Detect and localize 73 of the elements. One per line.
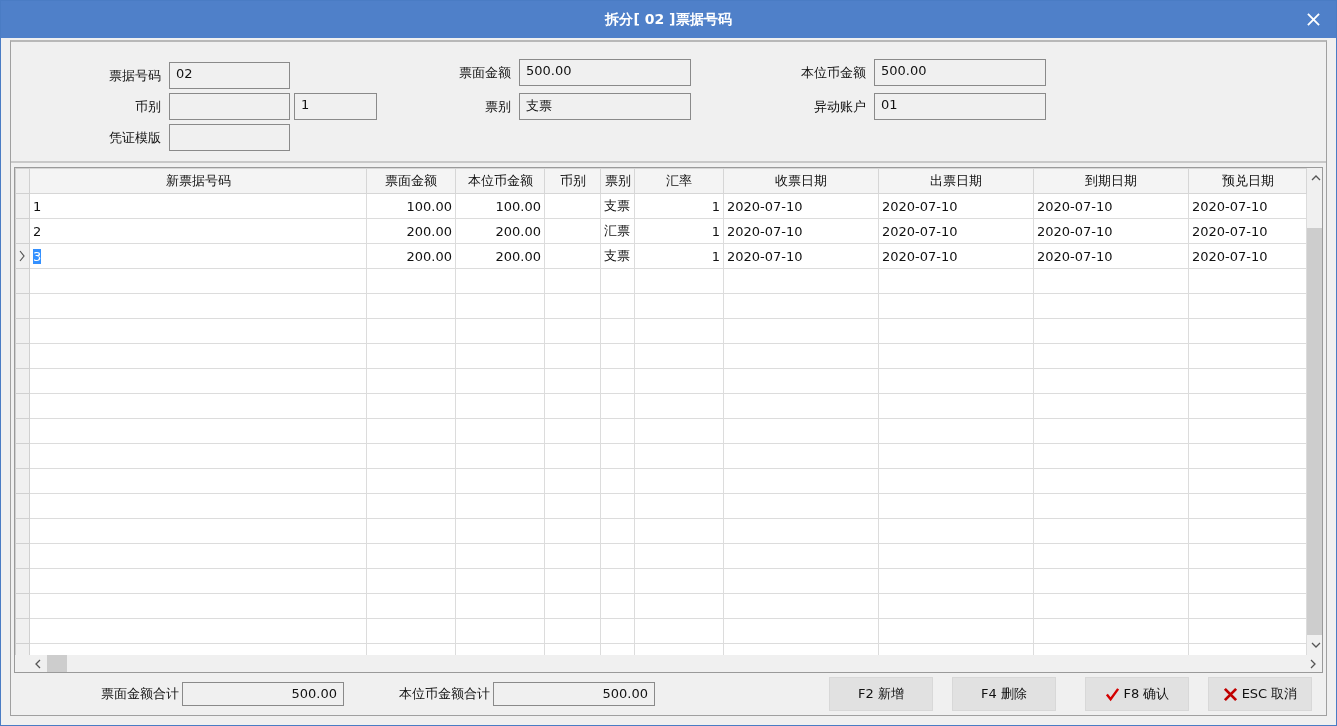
table-cell: 2020-07-10 [1192,223,1268,239]
table-cell: 支票 [604,248,630,263]
table-cell: 100.00 [495,198,541,214]
scroll-left-icon[interactable] [35,658,41,669]
column-header[interactable]: 票别 [600,168,635,194]
total-field: 500.00 [182,682,344,706]
column-header[interactable]: 币别 [544,168,601,194]
table-cell: 2020-07-10 [727,248,803,264]
table-cell: 200.00 [495,248,541,264]
table-cell: 1 [33,198,42,214]
text-field[interactable]: 500.00 [519,59,691,86]
row-pointer-icon [19,250,25,262]
close-icon[interactable] [1307,13,1320,26]
table-cell: 2020-07-10 [727,223,803,239]
text-field[interactable]: 500.00 [874,59,1046,86]
column-header[interactable]: 新票据号码 [29,168,367,194]
cross-icon [1222,686,1238,702]
field-label: 票别 [484,97,511,116]
table-cell: 1 [711,223,720,239]
scroll-right-icon[interactable] [1310,658,1316,669]
column-header[interactable]: 预兑日期 [1188,168,1307,194]
column-header[interactable]: 收票日期 [723,168,879,194]
text-field[interactable]: 01 [874,93,1046,120]
table-cell: 100.00 [406,198,452,214]
total-label: 本位币金额合计 [399,685,490,703]
column-header[interactable]: 票面金额 [366,168,456,194]
column-header[interactable]: 到期日期 [1033,168,1189,194]
action-button[interactable]: F2 新增 [829,677,933,711]
table-cell: 200.00 [495,223,541,239]
action-button[interactable]: F4 删除 [952,677,1056,711]
scroll-down-icon[interactable] [1310,642,1321,648]
action-button[interactable]: ESC 取消 [1208,677,1312,711]
table-cell: 2020-07-10 [727,198,803,214]
table-cell: 支票 [604,198,630,213]
vertical-scrollbar[interactable] [1307,168,1322,655]
action-button[interactable]: F8 确认 [1085,677,1189,711]
column-header[interactable]: 本位币金额 [455,168,545,194]
scrollbar-thumb[interactable] [1307,228,1322,635]
table-cell: 3 [33,248,42,264]
table-cell: 2020-07-10 [1037,248,1113,264]
table-cell: 2 [33,223,42,239]
total-field: 500.00 [493,682,655,706]
horizontal-scrollbar[interactable] [15,655,1322,672]
table-cell: 2020-07-10 [1037,223,1113,239]
table-cell: 1 [711,248,720,264]
table-cell: 1 [711,198,720,214]
table-cell: 200.00 [406,223,452,239]
check-icon [1104,686,1120,702]
text-field[interactable]: 支票 [519,93,691,120]
field-label: 票据号码 [108,66,161,85]
field-label: 凭证模版 [108,128,161,147]
field-label: 票面金额 [458,63,511,82]
scrollbar-thumb[interactable] [47,655,67,672]
text-field[interactable] [169,124,290,151]
scroll-up-icon[interactable] [1310,175,1321,181]
window-title: 拆分[ 02 ]票据号码 [605,10,732,29]
text-field[interactable]: 02 [169,62,290,89]
field-label: 本位币金额 [800,63,866,82]
table-cell: 2020-07-10 [1192,198,1268,214]
table-cell: 200.00 [406,248,452,264]
table-cell: 2020-07-10 [1037,198,1113,214]
field-label: 币别 [134,97,161,116]
text-field[interactable] [169,93,290,120]
text-field[interactable]: 1 [294,93,377,120]
table-cell: 汇票 [604,223,630,238]
table-cell: 2020-07-10 [882,198,958,214]
field-label: 异动账户 [813,97,866,116]
table-cell: 2020-07-10 [1192,248,1268,264]
total-label: 票面金额合计 [101,685,179,703]
table-cell: 2020-07-10 [882,223,958,239]
table-cell: 2020-07-10 [882,248,958,264]
column-header[interactable]: 出票日期 [878,168,1034,194]
column-header[interactable]: 汇率 [634,168,724,194]
